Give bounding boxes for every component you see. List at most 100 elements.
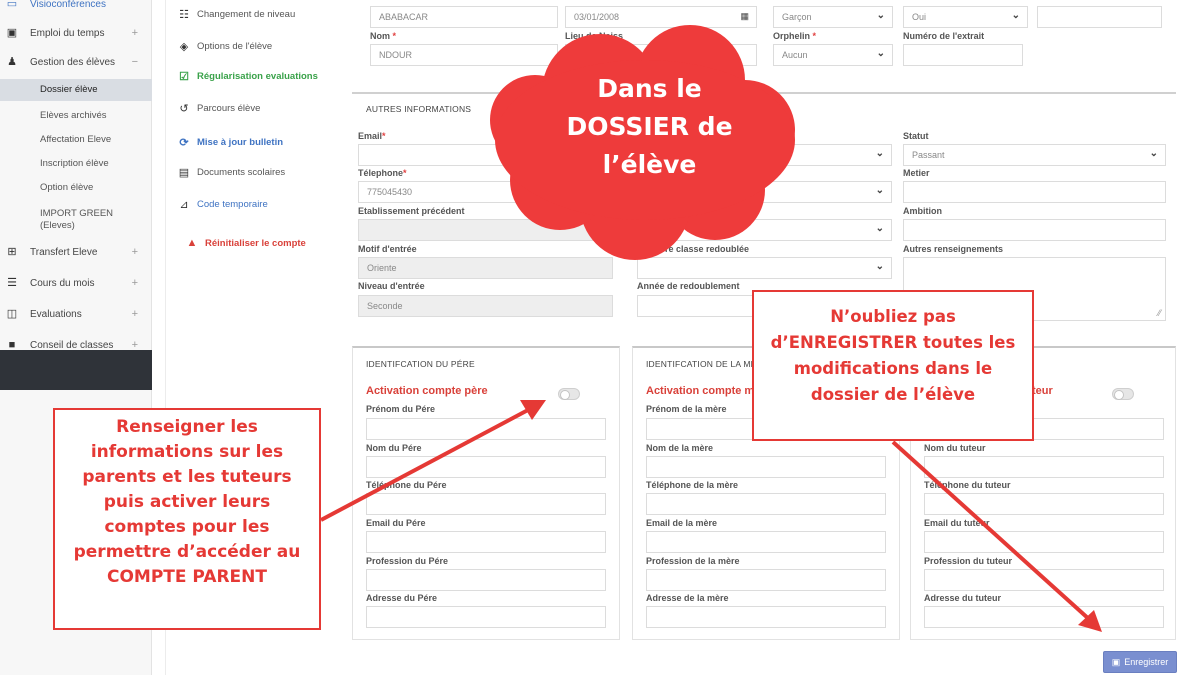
chevron-down-icon: ⌄ <box>876 48 885 59</box>
sidebar-item-emploi[interactable]: ▣ Emploi du temps + <box>0 22 152 44</box>
derniere-classe-select[interactable]: ⌄ <box>637 257 892 279</box>
chevron-down-icon: ⌄ <box>876 10 885 21</box>
motif-entree-input[interactable]: Oriente <box>358 257 613 279</box>
sidebar-item-visioconferences[interactable]: ▭ Visioconférences <box>0 0 152 15</box>
adresse-mere-input[interactable] <box>646 606 886 628</box>
date-naissance-input[interactable]: 03/01/2008 ▦ <box>565 6 757 28</box>
sidebar-subitem-archives[interactable]: Elèves archivés <box>0 110 152 122</box>
adresse-tuteur-input[interactable] <box>924 606 1164 628</box>
niveau-value: Seconde <box>367 301 403 311</box>
callout-line: N’oubliez pas <box>830 307 956 326</box>
date-extrait-input[interactable] <box>1037 6 1162 28</box>
sidebar-subitem-inscription[interactable]: Inscription élève <box>0 158 152 170</box>
sidebar-subitem-dossier[interactable]: Dossier élève <box>0 79 152 101</box>
etablissement-input[interactable] <box>358 219 613 241</box>
callout-line: permettre d’accéder au <box>73 542 301 562</box>
expand-icon: + <box>131 27 138 39</box>
save-reminder-callout: N’oubliez pas d’ENREGISTRER toutes les m… <box>752 290 1034 441</box>
menu-changement-niveau[interactable]: ☷ Changement de niveau <box>178 8 295 21</box>
profession-pere-input[interactable] <box>366 569 606 591</box>
sidebar-item-label: Conseil de classes <box>30 339 114 351</box>
sidebar-item-evaluations[interactable]: ◫ Evaluations + <box>0 303 152 325</box>
email-mere-input[interactable] <box>646 531 886 553</box>
menu-code-temporaire[interactable]: ⊿ Code temporaire <box>178 198 267 211</box>
profession-tuteur-input[interactable] <box>924 569 1164 591</box>
telephone-mere-input[interactable] <box>646 493 886 515</box>
lieu-naissance-input[interactable] <box>565 44 757 66</box>
sidebar-subitem-import[interactable]: IMPORT GREEN (Eleves) <box>0 208 152 232</box>
prenom-pere-input[interactable] <box>366 418 606 440</box>
adresse-mere-label: Adresse de la mère <box>646 593 729 603</box>
activation-pere-toggle[interactable] <box>558 388 580 400</box>
transfer-icon: ⊞ <box>7 246 17 258</box>
resize-handle-icon[interactable]: ⁄⁄ <box>1158 308 1161 318</box>
orphelin-select[interactable]: Aucun ⌄ <box>773 44 893 66</box>
adresse-pere-input[interactable] <box>366 606 606 628</box>
niveau-entree-input[interactable]: Seconde <box>358 295 613 317</box>
chevron-down-icon: ⌄ <box>875 223 884 234</box>
callout-line: Renseigner les <box>116 417 258 437</box>
menu-reinitialiser[interactable]: ▲ Réinitialiser le compte <box>186 237 306 249</box>
nom-mere-input[interactable] <box>646 456 886 478</box>
chevron-down-icon: ⌄ <box>1011 10 1020 21</box>
metier-input[interactable] <box>903 181 1166 203</box>
telephone-tuteur-input[interactable] <box>924 493 1164 515</box>
menu-documents[interactable]: ▤ Documents scolaires <box>178 166 285 179</box>
nom-mere-label: Nom de la mère <box>646 443 714 453</box>
nom-tuteur-label: Nom du tuteur <box>924 443 986 453</box>
derniere-classe-label: Dernière classe redoublée <box>637 244 750 254</box>
calendar-icon[interactable]: ▦ <box>740 11 749 22</box>
select-field-2[interactable]: ⌄ <box>637 181 892 203</box>
orphelin-label: Orphelin * <box>773 31 817 41</box>
select-field-3[interactable]: ⌄ <box>637 219 892 241</box>
ambition-label: Ambition <box>903 206 942 216</box>
nom-pere-input[interactable] <box>366 456 606 478</box>
prenom-input[interactable]: ABABACAR <box>370 6 558 28</box>
telephone-label: Télephone* <box>358 168 407 178</box>
nom-pere-label: Nom du Pére <box>366 443 422 453</box>
motif-entree-label: Motif d'entrée <box>358 244 417 254</box>
nom-tuteur-input[interactable] <box>924 456 1164 478</box>
statut-select[interactable]: Passant ⌄ <box>903 144 1166 166</box>
extrait-select[interactable]: Oui ⌄ <box>903 6 1028 28</box>
sidebar-item-gestion[interactable]: ♟ Gestion des élèves − <box>0 51 152 73</box>
list-icon: ☰ <box>7 277 17 289</box>
sidebar-item-transfert[interactable]: ⊞ Transfert Eleve + <box>0 241 152 263</box>
sidebar-subitem-option[interactable]: Option élève <box>0 182 152 194</box>
menu-item-label: Réinitialiser le compte <box>205 237 306 249</box>
profession-mere-input[interactable] <box>646 569 886 591</box>
menu-parcours[interactable]: ↺ Parcours élève <box>178 102 260 115</box>
cloud-line-2: DOSSIER de <box>566 112 733 141</box>
nom-input[interactable]: NDOUR <box>370 44 558 66</box>
prenom-value: ABABACAR <box>379 12 429 22</box>
unlock-icon: ⊿ <box>179 199 189 211</box>
numero-extrait-input[interactable] <box>903 44 1023 66</box>
lieu-naissance-label: Lieu de Naiss <box>565 31 624 41</box>
email-tuteur-input[interactable] <box>924 531 1164 553</box>
chevron-down-icon: ⌄ <box>875 185 884 196</box>
menu-mise-a-jour[interactable]: ⟳ Mise à jour bulletin <box>178 136 283 149</box>
telephone-pere-input[interactable] <box>366 493 606 515</box>
metier-label: Metier <box>903 168 930 178</box>
menu-item-label: Mise à jour bulletin <box>197 137 284 148</box>
activation-tuteur-toggle[interactable] <box>1112 388 1134 400</box>
telephone-input[interactable]: 775045430 <box>358 181 613 203</box>
sidebar-item-cours[interactable]: ☰ Cours du mois + <box>0 272 152 294</box>
mere-section-title: IDENTIFCATION DE LA MÈ <box>646 359 757 369</box>
expand-icon: + <box>131 277 138 289</box>
history-icon: ↺ <box>179 103 189 115</box>
save-button[interactable]: ▣ Enregistrer <box>1103 651 1177 673</box>
lock-icon: ▲ <box>186 237 198 249</box>
statut-label: Statut <box>903 131 929 141</box>
menu-options-eleve[interactable]: ◈ Options de l'élève <box>178 40 272 53</box>
sidebar-item-label: Gestion des élèves <box>30 56 116 68</box>
menu-regularisation[interactable]: ☑ Régularisation evaluations <box>178 70 318 83</box>
email-tuteur-label: Email du tuteur <box>924 518 990 528</box>
email-pere-input[interactable] <box>366 531 606 553</box>
chart-icon: ◫ <box>6 308 18 320</box>
callout-line: informations sur les <box>90 442 284 462</box>
sexe-select[interactable]: Garçon ⌄ <box>773 6 893 28</box>
sidebar-subitem-affectation[interactable]: Affectation Eleve <box>0 134 152 146</box>
ambition-input[interactable] <box>903 219 1166 241</box>
numero-extrait-label: Numéro de l'extrait <box>903 31 985 41</box>
